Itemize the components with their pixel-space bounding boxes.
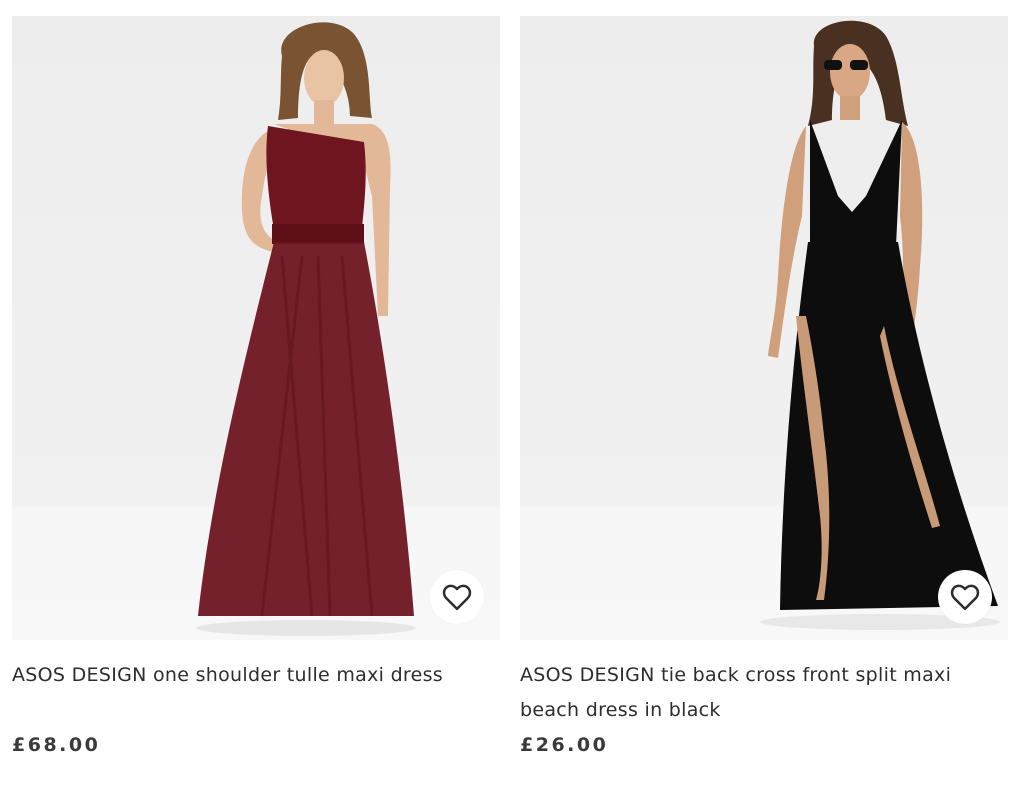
save-for-later-button[interactable] [938, 570, 992, 624]
product-image[interactable] [12, 16, 500, 640]
product-photo-burgundy-dress [196, 22, 416, 636]
product-price: £26.00 [520, 734, 609, 756]
product-price: £68.00 [12, 734, 101, 756]
product-card[interactable]: ASOS DESIGN tie back cross front split m… [520, 16, 1008, 756]
product-photo-black-dress [760, 20, 1000, 630]
product-title[interactable]: ASOS DESIGN one shoulder tulle maxi dres… [12, 658, 500, 730]
heart-outline-icon [442, 584, 472, 611]
product-title[interactable]: ASOS DESIGN tie back cross front split m… [520, 658, 1008, 730]
product-image[interactable] [520, 16, 1008, 640]
heart-outline-icon [950, 584, 980, 611]
product-grid: ASOS DESIGN one shoulder tulle maxi dres… [0, 0, 1024, 791]
product-card[interactable]: ASOS DESIGN one shoulder tulle maxi dres… [12, 16, 500, 756]
save-for-later-button[interactable] [430, 570, 484, 624]
